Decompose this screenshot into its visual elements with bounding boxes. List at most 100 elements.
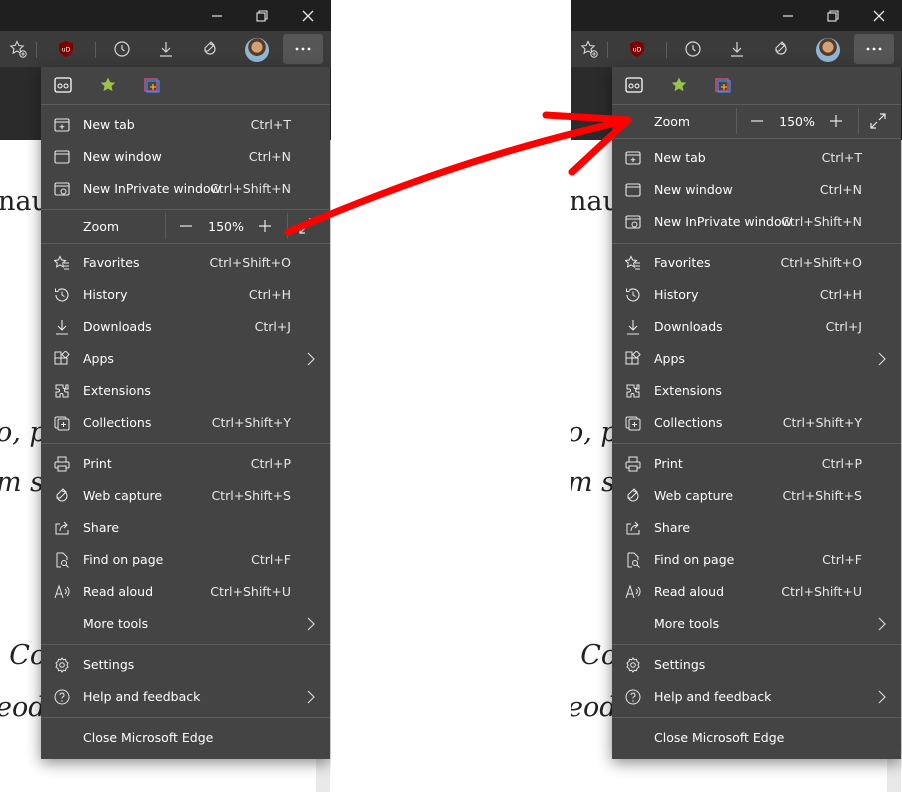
restore-button[interactable] — [242, 0, 282, 31]
zoom-level-value: 150% — [779, 114, 815, 129]
menu-item-shortcut: Ctrl+H — [248, 287, 291, 302]
menu-item-new-window[interactable]: New window Ctrl+N — [612, 174, 901, 206]
menu-item-more-tools[interactable]: More tools — [612, 608, 901, 640]
ublock-extension-button[interactable]: uD — [623, 35, 651, 63]
toolbar-divider — [95, 42, 96, 58]
favorites-star-icon[interactable] — [670, 76, 688, 94]
page-text-fragment: eod — [571, 692, 617, 723]
close-window-button[interactable] — [288, 0, 328, 31]
zoom-out-button[interactable] — [176, 216, 196, 236]
menu-item-label: Find on page — [83, 552, 164, 567]
plus-icon — [830, 115, 842, 127]
menu-item-web-capture[interactable]: Web capture Ctrl+Shift+S — [41, 480, 330, 512]
menu-item-help-and-feedback[interactable]: Help and feedback — [41, 681, 330, 713]
browser-toolbar: uD — [571, 31, 902, 67]
menu-item-more-tools[interactable]: More tools — [41, 608, 330, 640]
menu-item-extensions[interactable]: Extensions — [41, 375, 330, 407]
menu-item-apps[interactable]: Apps — [612, 343, 901, 375]
menu-item-label: History — [654, 287, 699, 302]
menu-item-new-tab[interactable]: New tab Ctrl+T — [41, 109, 330, 141]
downloads-toolbar-button[interactable] — [723, 35, 751, 63]
menu-item-label: More tools — [654, 616, 720, 631]
collections-color-icon[interactable] — [143, 76, 161, 94]
web-capture-toolbar-button[interactable] — [196, 35, 224, 63]
menu-item-settings[interactable]: Settings — [612, 649, 901, 681]
profile-avatar[interactable] — [245, 38, 269, 62]
menu-item-share[interactable]: Share — [612, 512, 901, 544]
settings-and-more-button[interactable] — [854, 34, 894, 64]
menu-item-find-on-page[interactable]: Find on page Ctrl+F — [41, 544, 330, 576]
menu-item-shortcut: Ctrl+Shift+N — [781, 214, 862, 229]
close-window-button[interactable] — [859, 0, 899, 31]
add-favorite-button[interactable] — [575, 35, 603, 63]
menu-item-shortcut: Ctrl+Shift+U — [781, 584, 862, 599]
web-capture-toolbar-button[interactable] — [767, 35, 795, 63]
favorites-star-icon[interactable] — [99, 76, 117, 94]
menu-item-close-edge[interactable]: Close Microsoft Edge — [41, 722, 330, 754]
menu-item-new-window[interactable]: New window Ctrl+N — [41, 141, 330, 173]
menu-item-downloads[interactable]: Downloads Ctrl+J — [41, 311, 330, 343]
menu-item-apps[interactable]: Apps — [41, 343, 330, 375]
menu-divider — [41, 717, 330, 718]
profile-avatar[interactable] — [816, 38, 840, 62]
menu-item-favorites[interactable]: Favorites Ctrl+Shift+O — [41, 247, 330, 279]
menu-item-label: New InPrivate window — [83, 181, 221, 196]
menu-divider — [41, 104, 330, 105]
browser-window-before: uD nau o, p m si l Co eod — [0, 0, 331, 792]
add-favorite-button[interactable] — [4, 35, 32, 63]
read-aloud-icon — [625, 584, 641, 599]
menu-item-history[interactable]: History Ctrl+H — [612, 279, 901, 311]
minimize-button[interactable] — [768, 0, 808, 31]
menu-item-shortcut: Ctrl+T — [821, 150, 862, 165]
menu-item-new-tab[interactable]: New tab Ctrl+T — [612, 142, 901, 174]
menu-item-history[interactable]: History Ctrl+H — [41, 279, 330, 311]
zoom-in-button[interactable] — [255, 216, 275, 236]
collections-color-icon[interactable] — [714, 76, 732, 94]
fullscreen-icon[interactable] — [869, 112, 887, 130]
settings-and-more-button[interactable] — [283, 34, 323, 64]
immersive-reader-icon[interactable] — [625, 76, 643, 94]
downloads-toolbar-button[interactable] — [152, 35, 180, 63]
menu-item-collections[interactable]: Collections Ctrl+Shift+Y — [612, 407, 901, 439]
star-add-icon — [9, 40, 27, 58]
history-toolbar-button[interactable] — [108, 35, 136, 63]
menu-item-label: Settings — [654, 657, 706, 672]
extensions-icon — [55, 384, 69, 398]
restore-button[interactable] — [813, 0, 853, 31]
menu-divider — [612, 717, 901, 718]
toolbar-divider — [36, 42, 37, 58]
menu-item-read-aloud[interactable]: Read aloud Ctrl+Shift+U — [41, 576, 330, 608]
minimize-button[interactable] — [197, 0, 237, 31]
menu-item-shortcut: Ctrl+Shift+O — [209, 255, 291, 270]
web-capture-icon — [204, 41, 216, 55]
menu-item-close-edge[interactable]: Close Microsoft Edge — [612, 722, 901, 754]
menu-item-label: Collections — [654, 415, 723, 430]
menu-item-label: Apps — [83, 351, 114, 366]
menu-item-web-capture[interactable]: Web capture Ctrl+Shift+S — [612, 480, 901, 512]
history-toolbar-button[interactable] — [679, 35, 707, 63]
menu-item-shortcut: Ctrl+F — [822, 552, 862, 567]
menu-item-print[interactable]: Print Ctrl+P — [41, 448, 330, 480]
title-bar — [571, 0, 902, 31]
menu-item-shortcut: Ctrl+Shift+S — [782, 488, 862, 503]
menu-item-extensions[interactable]: Extensions — [612, 375, 901, 407]
menu-item-collections[interactable]: Collections Ctrl+Shift+Y — [41, 407, 330, 439]
menu-item-new-inprivate-window[interactable]: New InPrivate window Ctrl+Shift+N — [612, 206, 901, 238]
menu-item-settings[interactable]: Settings — [41, 649, 330, 681]
menu-item-downloads[interactable]: Downloads Ctrl+J — [612, 311, 901, 343]
immersive-reader-icon[interactable] — [54, 76, 72, 94]
page-text-fragment: l Co — [0, 640, 47, 671]
ublock-extension-button[interactable]: uD — [52, 35, 80, 63]
settings-and-more-menu: New tab Ctrl+T New window Ctrl+N New InP… — [41, 67, 330, 759]
menu-item-read-aloud[interactable]: Read aloud Ctrl+Shift+U — [612, 576, 901, 608]
menu-item-print[interactable]: Print Ctrl+P — [612, 448, 901, 480]
menu-item-new-inprivate-window[interactable]: New InPrivate window Ctrl+Shift+N — [41, 173, 330, 205]
web-capture-icon — [627, 488, 639, 502]
menu-item-help-and-feedback[interactable]: Help and feedback — [612, 681, 901, 713]
zoom-in-button[interactable] — [826, 111, 846, 131]
menu-item-share[interactable]: Share — [41, 512, 330, 544]
menu-item-find-on-page[interactable]: Find on page Ctrl+F — [612, 544, 901, 576]
zoom-out-button[interactable] — [747, 111, 767, 131]
menu-item-favorites[interactable]: Favorites Ctrl+Shift+O — [612, 247, 901, 279]
fullscreen-icon[interactable] — [298, 217, 316, 235]
